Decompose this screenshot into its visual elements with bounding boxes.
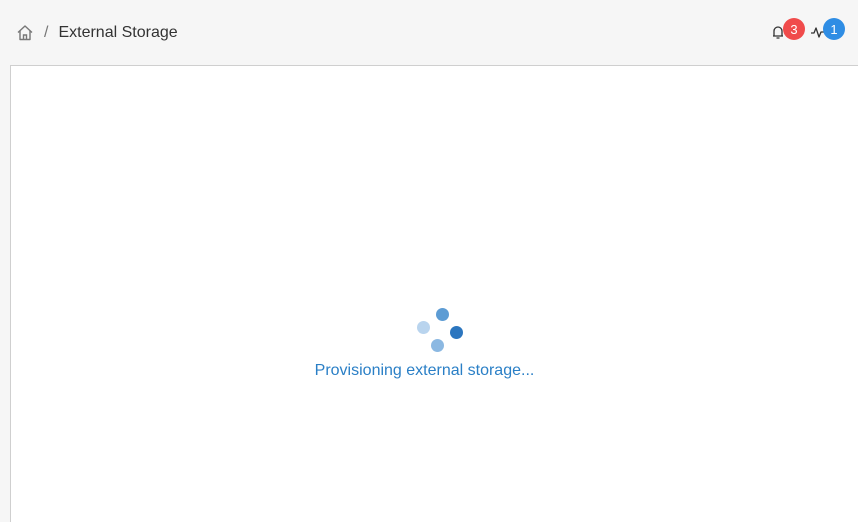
home-icon[interactable]: [15, 23, 35, 43]
main-panel: Provisioning external storage...: [10, 65, 858, 522]
breadcrumb-current: External Storage: [58, 24, 178, 41]
activity-button[interactable]: 1: [806, 18, 846, 46]
spinner-dot: [431, 339, 444, 352]
loading-spinner: [416, 306, 466, 356]
header-actions: 3 1: [766, 18, 846, 46]
spinner-dot: [450, 326, 463, 339]
notifications-badge: 3: [783, 18, 805, 40]
spinner-dot: [417, 321, 430, 334]
notifications-button[interactable]: 3: [766, 18, 806, 46]
loading-message: Provisioning external storage...: [314, 362, 535, 379]
breadcrumb: / External Storage: [15, 22, 178, 44]
spinner-dot: [436, 308, 449, 321]
top-bar: / External Storage 3 1: [0, 0, 858, 65]
breadcrumb-separator: /: [44, 24, 49, 41]
activity-badge: 1: [823, 18, 845, 40]
